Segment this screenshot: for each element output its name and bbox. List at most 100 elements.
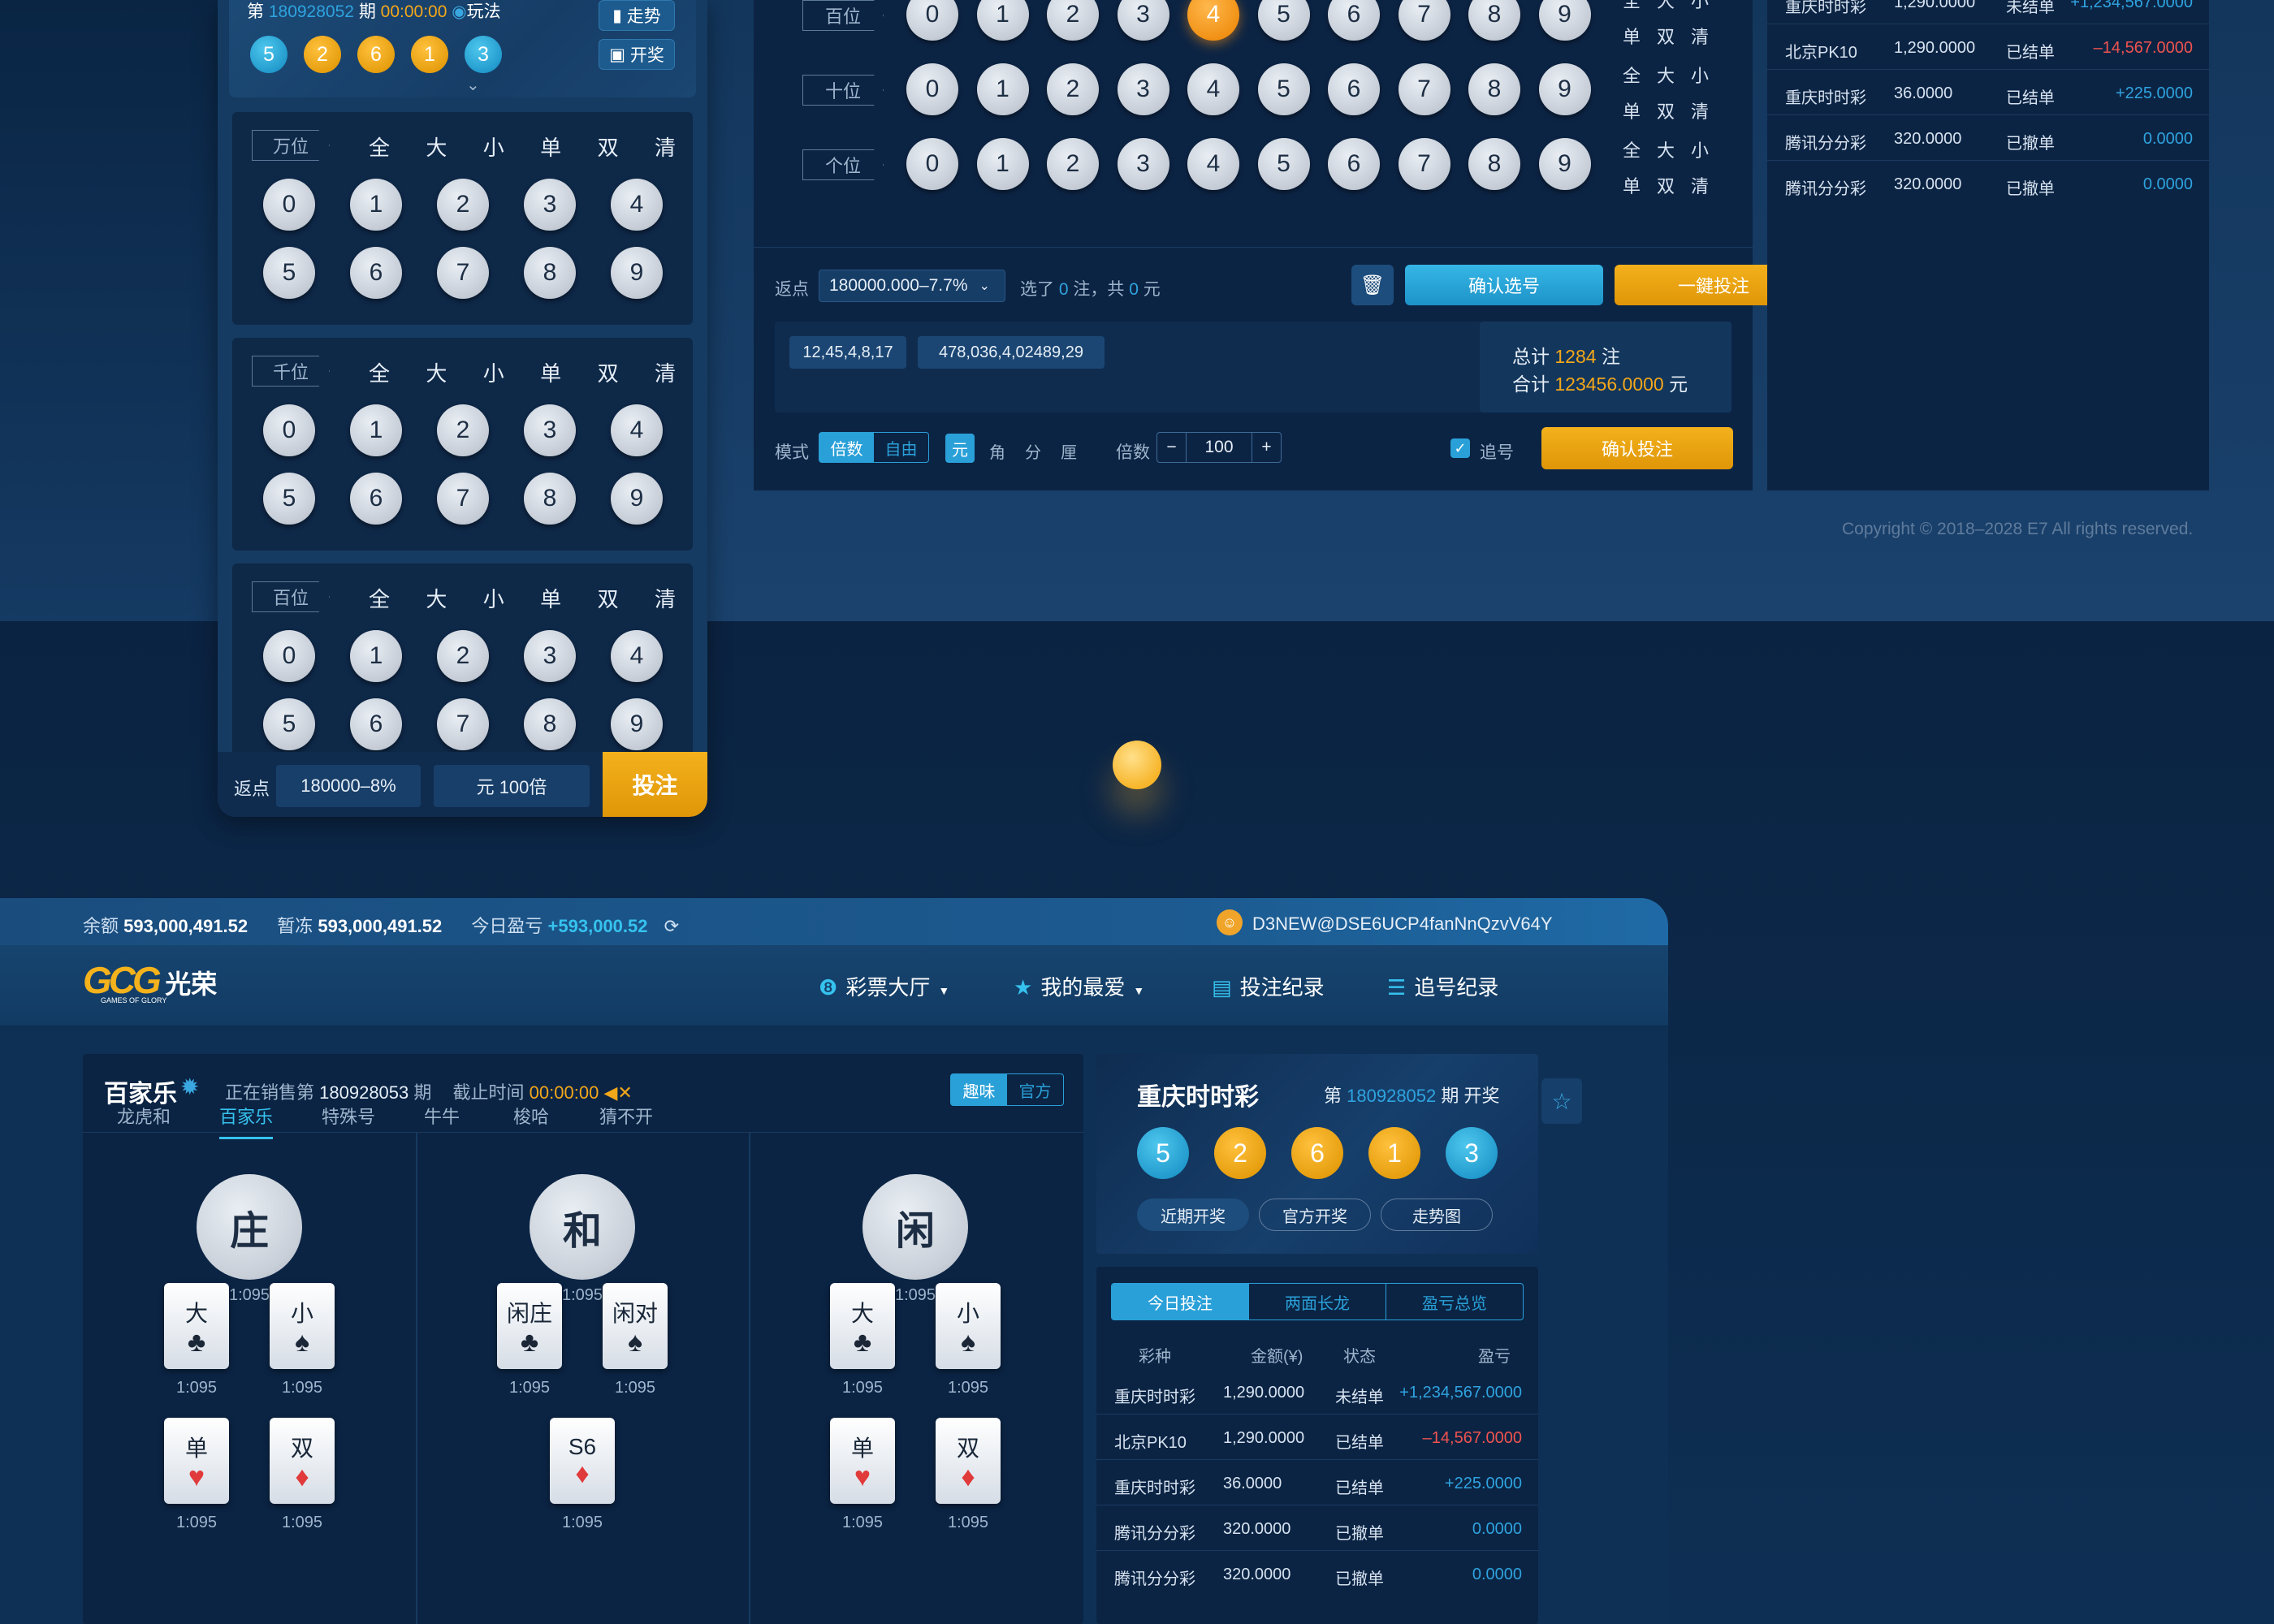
digit-ball[interactable]: 3	[1117, 0, 1169, 41]
result-action-button[interactable]: 走势图	[1381, 1199, 1493, 1231]
quick-select-option[interactable]: 小	[1683, 136, 1717, 162]
quick-select-option[interactable]: 大	[426, 583, 447, 613]
quick-select-option[interactable]: 单	[1615, 23, 1649, 49]
quick-select-option[interactable]: 小	[483, 583, 504, 613]
bet-card[interactable]: 闲庄 ♣	[497, 1283, 562, 1369]
mode-switch[interactable]: 趣味 官方	[950, 1073, 1064, 1106]
quick-select-option[interactable]: 大	[1649, 0, 1683, 13]
multiple-stepper[interactable]: − 100 +	[1156, 432, 1282, 463]
digit-ball[interactable]: 0	[906, 138, 958, 190]
quick-select-option[interactable]: 全	[1615, 136, 1649, 162]
quick-select-option[interactable]: 单	[540, 357, 561, 387]
quick-select-option[interactable]: 小	[483, 357, 504, 387]
digit-ball[interactable]: 0	[906, 0, 958, 41]
digit-ball[interactable]: 7	[1398, 138, 1450, 190]
quick-select-option[interactable]: 小	[483, 132, 504, 162]
rebate-select[interactable]: 180000.000–7.7% ⌄	[819, 270, 1005, 302]
digit-ball[interactable]: 1	[350, 404, 402, 456]
quick-select-option[interactable]: 大	[1649, 62, 1683, 88]
quick-select-option[interactable]: 小	[1683, 0, 1717, 13]
unit-jiao[interactable]: 角	[989, 439, 1005, 463]
confirm-pick-button[interactable]: 确认选号	[1405, 265, 1603, 305]
quick-select-option[interactable]: 全	[1615, 0, 1649, 13]
quick-select-option[interactable]: 单	[1615, 172, 1649, 198]
digit-ball[interactable]: 6	[350, 247, 402, 299]
quick-select-option[interactable]: 双	[1649, 172, 1683, 198]
bet-main-option[interactable]: 庄	[197, 1174, 302, 1280]
digit-ball[interactable]: 9	[1538, 0, 1591, 41]
quick-select-option[interactable]: 全	[369, 583, 390, 613]
bet-card[interactable]: 闲对 ♠	[603, 1283, 668, 1369]
game-tab[interactable]: 龙虎和	[117, 1103, 171, 1137]
bet-card[interactable]: 小 ♠	[936, 1283, 1001, 1369]
digit-ball[interactable]: 7	[437, 473, 489, 525]
digit-ball[interactable]: 0	[263, 404, 315, 456]
digit-ball[interactable]: 4	[611, 630, 663, 682]
bet-record-row[interactable]: 重庆时时彩 1,290.0000 未结单 +1,234,567.0000	[1096, 1369, 1538, 1415]
digit-ball[interactable]: 6	[1328, 138, 1380, 190]
digit-ball[interactable]: 4	[1187, 0, 1239, 41]
digit-ball[interactable]: 2	[437, 179, 489, 231]
quick-select-option[interactable]: 清	[655, 357, 676, 387]
game-tab[interactable]: 牛牛	[424, 1103, 460, 1137]
unit-fen[interactable]: 分	[1025, 439, 1041, 463]
digit-ball[interactable]: 7	[437, 698, 489, 750]
digit-ball[interactable]: 2	[437, 630, 489, 682]
game-tab[interactable]: 猜不开	[599, 1103, 653, 1137]
quick-select-option[interactable]: 清	[1683, 172, 1717, 198]
digit-ball[interactable]: 4	[1187, 138, 1239, 190]
bet-card[interactable]: S6 ♦	[550, 1418, 615, 1504]
mode-toggle[interactable]: 倍数 自由	[819, 432, 929, 463]
digit-ball[interactable]: 8	[1468, 63, 1520, 115]
ticket-chip[interactable]: 12,45,4,8,17	[789, 336, 906, 369]
digit-ball[interactable]: 1	[976, 0, 1029, 41]
quick-select-option[interactable]: 清	[655, 132, 676, 162]
digit-ball[interactable]: 4	[611, 404, 663, 456]
refresh-icon[interactable]: ⟳	[664, 916, 679, 936]
quick-select-option[interactable]: 双	[598, 132, 619, 162]
quick-select-option[interactable]: 双	[1649, 97, 1683, 123]
digit-ball[interactable]: 2	[437, 404, 489, 456]
digit-ball[interactable]: 4	[611, 179, 663, 231]
digit-ball[interactable]: 7	[437, 247, 489, 299]
digit-ball[interactable]: 1	[976, 63, 1029, 115]
minus-button[interactable]: −	[1157, 433, 1187, 462]
digit-ball[interactable]: 9	[611, 247, 663, 299]
speaker-mute-icon[interactable]: ◀✕	[603, 1082, 632, 1103]
favorite-star-icon[interactable]: ☆	[1541, 1078, 1582, 1124]
bet-record-row[interactable]: 腾讯分分彩 320.0000 已撤单 0.0000	[1767, 115, 2209, 161]
bet-record-row[interactable]: 腾讯分分彩 320.0000 已撤单 0.0000	[1767, 161, 2209, 206]
bet-record-row[interactable]: 腾讯分分彩 320.0000 已撤单 0.0000	[1096, 1505, 1538, 1551]
digit-ball[interactable]: 3	[524, 404, 576, 456]
digit-ball[interactable]: 7	[1398, 0, 1450, 41]
digit-ball[interactable]: 3	[524, 630, 576, 682]
bet-card[interactable]: 大 ♣	[830, 1283, 895, 1369]
confirm-bet-button[interactable]: 确认投注	[1541, 427, 1733, 469]
trash-icon[interactable]: 🗑	[1351, 265, 1394, 305]
digit-ball[interactable]: 5	[263, 473, 315, 525]
digit-ball[interactable]: 1	[350, 630, 402, 682]
quick-select-option[interactable]: 双	[1649, 23, 1683, 49]
result-action-button[interactable]: 近期开奖	[1137, 1199, 1249, 1231]
digit-ball[interactable]: 6	[1328, 0, 1380, 41]
quick-select-option[interactable]: 大	[426, 357, 447, 387]
quick-select-option[interactable]: 清	[1683, 97, 1717, 123]
bet-card[interactable]: 单 ♥	[164, 1418, 229, 1504]
play-label[interactable]: 玩法	[467, 2, 501, 21]
digit-ball[interactable]: 0	[906, 63, 958, 115]
quick-select-option[interactable]: 单	[540, 583, 561, 613]
digit-ball[interactable]: 5	[1257, 0, 1310, 41]
digit-ball[interactable]: 6	[350, 473, 402, 525]
digit-ball[interactable]: 6	[1328, 63, 1380, 115]
digit-ball[interactable]: 0	[263, 630, 315, 682]
quick-select-option[interactable]: 全	[369, 357, 390, 387]
user-avatar[interactable]: ☺	[1217, 909, 1243, 935]
quick-select-option[interactable]: 清	[655, 583, 676, 613]
bet-record-row[interactable]: 北京PK10 1,290.0000 已结单 –14,567.0000	[1096, 1415, 1538, 1460]
quick-select-option[interactable]: 全	[1615, 62, 1649, 88]
quick-select-option[interactable]: 全	[369, 132, 390, 162]
quick-select-option[interactable]: 单	[1615, 97, 1649, 123]
digit-ball[interactable]: 1	[976, 138, 1029, 190]
digit-ball[interactable]: 6	[350, 698, 402, 750]
quick-select-option[interactable]: 小	[1683, 62, 1717, 88]
